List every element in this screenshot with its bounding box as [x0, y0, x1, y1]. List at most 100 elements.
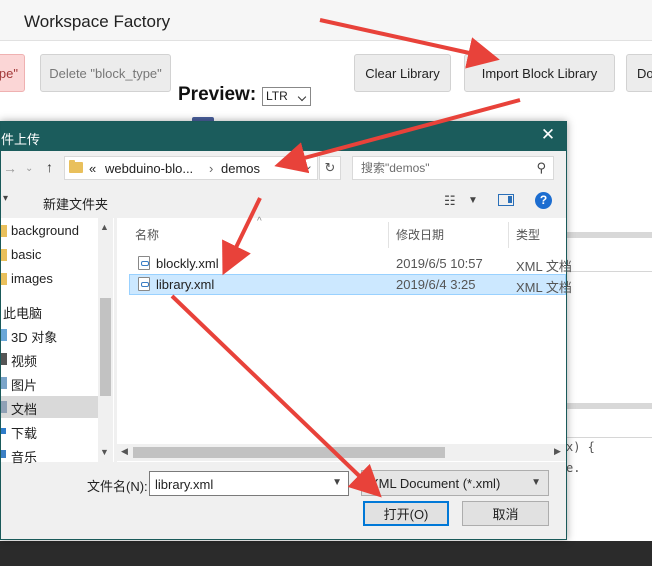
clear-library-button[interactable]: Clear Library [354, 54, 451, 92]
app-title: Workspace Factory [24, 12, 171, 31]
navigation-pane: background basic images 此电脑 3D 对象 视频 图片 … [1, 218, 114, 465]
column-header-date[interactable]: 修改日期 [396, 226, 444, 243]
nav-item-music[interactable]: 音乐 [1, 444, 98, 466]
filename-input[interactable] [155, 476, 325, 492]
panel-divider [566, 232, 652, 238]
xml-file-icon [138, 256, 150, 270]
up-arrow-icon[interactable]: ↑ [46, 159, 53, 175]
column-divider[interactable] [508, 222, 509, 248]
file-name: blockly.xml [156, 256, 219, 271]
panel-divider [566, 437, 652, 438]
video-icon [1, 353, 7, 365]
file-name: library.xml [156, 277, 215, 292]
horizontal-scrollbar[interactable]: ◀ ▶ [117, 444, 566, 461]
app-title-bar: Workspace Factory [0, 0, 652, 41]
scrollbar-thumb[interactable] [133, 447, 445, 458]
dialog-title-bar: 件上传 ✕ [1, 122, 566, 151]
breadcrumb-webduino[interactable]: webduino-blo... [105, 161, 193, 176]
chevron-down-icon[interactable]: ⌄ [304, 159, 313, 172]
refresh-icon[interactable]: ↻ [319, 156, 341, 180]
nav-item-label: 3D 对象 [11, 330, 58, 345]
folder-icon [69, 160, 83, 173]
download-icon [1, 428, 6, 434]
taskbar [0, 541, 652, 566]
breadcrumb-prefix[interactable]: « [89, 161, 96, 176]
column-divider[interactable] [388, 222, 389, 248]
nav-item-label: basic [11, 247, 42, 262]
document-icon [1, 401, 7, 413]
file-row-library[interactable]: library.xml 2019/6/4 3:25 XML 文档 [129, 274, 572, 295]
breadcrumb-separator: › [209, 161, 214, 176]
nav-item-label: 文档 [11, 402, 38, 417]
partial-right-button[interactable]: Do [626, 54, 652, 92]
music-icon [1, 450, 6, 458]
column-header-type[interactable]: 类型 [516, 226, 540, 243]
scroll-up-icon[interactable]: ▲ [100, 222, 109, 232]
file-date: 2019/6/4 3:25 [396, 277, 476, 292]
search-input[interactable] [361, 160, 521, 176]
scroll-down-icon[interactable]: ▼ [100, 447, 109, 457]
nav-item-videos[interactable]: 视频 [1, 348, 98, 370]
nav-scrollbar[interactable]: ▲ ▼ [98, 218, 113, 462]
preview-pane-icon[interactable] [498, 194, 514, 206]
file-type: XML 文档 [516, 259, 572, 274]
filename-label: 文件名(N): [87, 479, 148, 494]
scrollbar-thumb[interactable] [100, 298, 111, 396]
sort-ascending-icon: ^ [257, 216, 262, 227]
nav-item-pictures[interactable]: 图片 [1, 372, 98, 394]
address-bar[interactable]: « webduino-blo... › demos ⌄ [64, 156, 318, 180]
partial-left-button[interactable]: pe" [0, 54, 25, 92]
chevron-down-icon[interactable]: ▼ [468, 195, 478, 206]
column-header-name[interactable]: 名称 [135, 226, 159, 243]
scroll-right-icon[interactable]: ▶ [554, 446, 561, 457]
picture-icon [1, 377, 7, 389]
file-type-select[interactable]: XML Document (*.xml) ▼ [361, 470, 549, 496]
chevron-down-icon[interactable]: ▾ [3, 193, 8, 204]
file-date: 2019/6/5 10:57 [396, 256, 483, 271]
filename-field[interactable]: ▼ [149, 471, 349, 496]
nav-item-this-pc[interactable]: 此电脑 [1, 300, 98, 322]
preview-label: Preview: [178, 84, 257, 105]
nav-item-documents[interactable]: 文档 [1, 396, 98, 418]
panel-divider [566, 271, 652, 272]
chevron-down-icon[interactable]: ⌄ [25, 163, 33, 174]
direction-select[interactable]: LTR [262, 87, 311, 106]
nav-item-label: 视频 [11, 354, 38, 369]
file-row-blockly[interactable]: blockly.xml 2019/6/5 10:57 XML 文档 [129, 253, 572, 274]
panel-divider [566, 403, 652, 409]
open-button[interactable]: 打开(O) [363, 501, 449, 526]
view-options-icon[interactable]: ☷ [444, 193, 456, 209]
xml-file-icon [138, 277, 150, 291]
code-fragment: e. [566, 461, 581, 475]
new-folder-button[interactable]: 新建文件夹 [43, 194, 108, 213]
dialog-toolbar: ▾ 新建文件夹 ☷ ▼ ? [1, 184, 566, 218]
nav-item-basic[interactable]: basic [1, 244, 98, 266]
cancel-button[interactable]: 取消 [462, 501, 549, 526]
nav-item-downloads[interactable]: 下载 [1, 420, 98, 442]
chevron-down-icon[interactable]: ▼ [332, 477, 342, 488]
file-upload-dialog: 件上传 ✕ → ⌄ ↑ « webduino-blo... › demos ⌄ … [0, 121, 572, 540]
file-list-pane: ^ 名称 修改日期 类型 blockly.xml 2019/6/5 10:57 … [117, 216, 572, 462]
breadcrumb-demos[interactable]: demos [221, 161, 260, 176]
close-icon[interactable]: ✕ [538, 125, 558, 145]
import-block-library-button[interactable]: Import Block Library [464, 54, 615, 92]
nav-item-label: 下载 [11, 426, 38, 441]
search-icon[interactable]: ⚲ [536, 160, 546, 176]
nav-item-label: 图片 [11, 378, 38, 393]
scroll-left-icon[interactable]: ◀ [121, 446, 128, 457]
search-box[interactable]: ⚲ [352, 156, 554, 180]
nav-item-label: background [11, 223, 79, 238]
delete-block-button[interactable]: Delete "block_type" [40, 54, 171, 92]
nav-item-label: 音乐 [11, 450, 38, 465]
folder-icon [1, 249, 7, 261]
cube-icon [1, 329, 7, 341]
code-fragment: x) { [566, 440, 595, 454]
help-icon[interactable]: ? [535, 192, 552, 209]
nav-item-images[interactable]: images [1, 268, 98, 290]
forward-arrow-icon[interactable]: → [3, 160, 17, 176]
file-type-value: XML Document (*.xml) [370, 476, 501, 491]
chevron-down-icon[interactable]: ▼ [531, 477, 541, 488]
nav-item-3d-objects[interactable]: 3D 对象 [1, 324, 98, 346]
folder-icon [1, 225, 7, 237]
nav-item-background[interactable]: background [1, 220, 98, 242]
